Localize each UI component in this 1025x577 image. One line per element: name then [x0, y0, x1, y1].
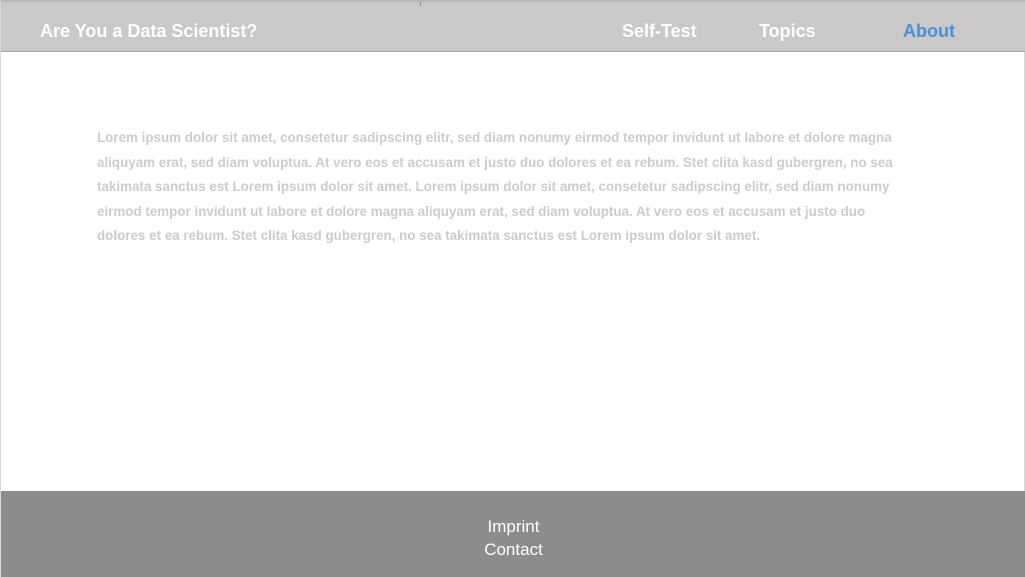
- nav-link-about[interactable]: About: [903, 20, 955, 42]
- footer-link-contact[interactable]: Contact: [1, 538, 1025, 561]
- header-divider-mark: [420, 2, 421, 6]
- footer: Imprint Contact: [1, 491, 1025, 577]
- nav-link-topics[interactable]: Topics: [759, 20, 816, 42]
- nav-link-self-test[interactable]: Self-Test: [622, 20, 697, 42]
- about-paragraph: Lorem ipsum dolor sit amet, consetetur s…: [97, 130, 893, 244]
- footer-links: Imprint Contact: [1, 515, 1025, 561]
- footer-link-imprint[interactable]: Imprint: [1, 515, 1025, 538]
- top-navigation-bar: Are You a Data Scientist? Self-Test Topi…: [1, 0, 1025, 52]
- page: Are You a Data Scientist? Self-Test Topi…: [0, 0, 1025, 577]
- site-title[interactable]: Are You a Data Scientist?: [40, 20, 257, 42]
